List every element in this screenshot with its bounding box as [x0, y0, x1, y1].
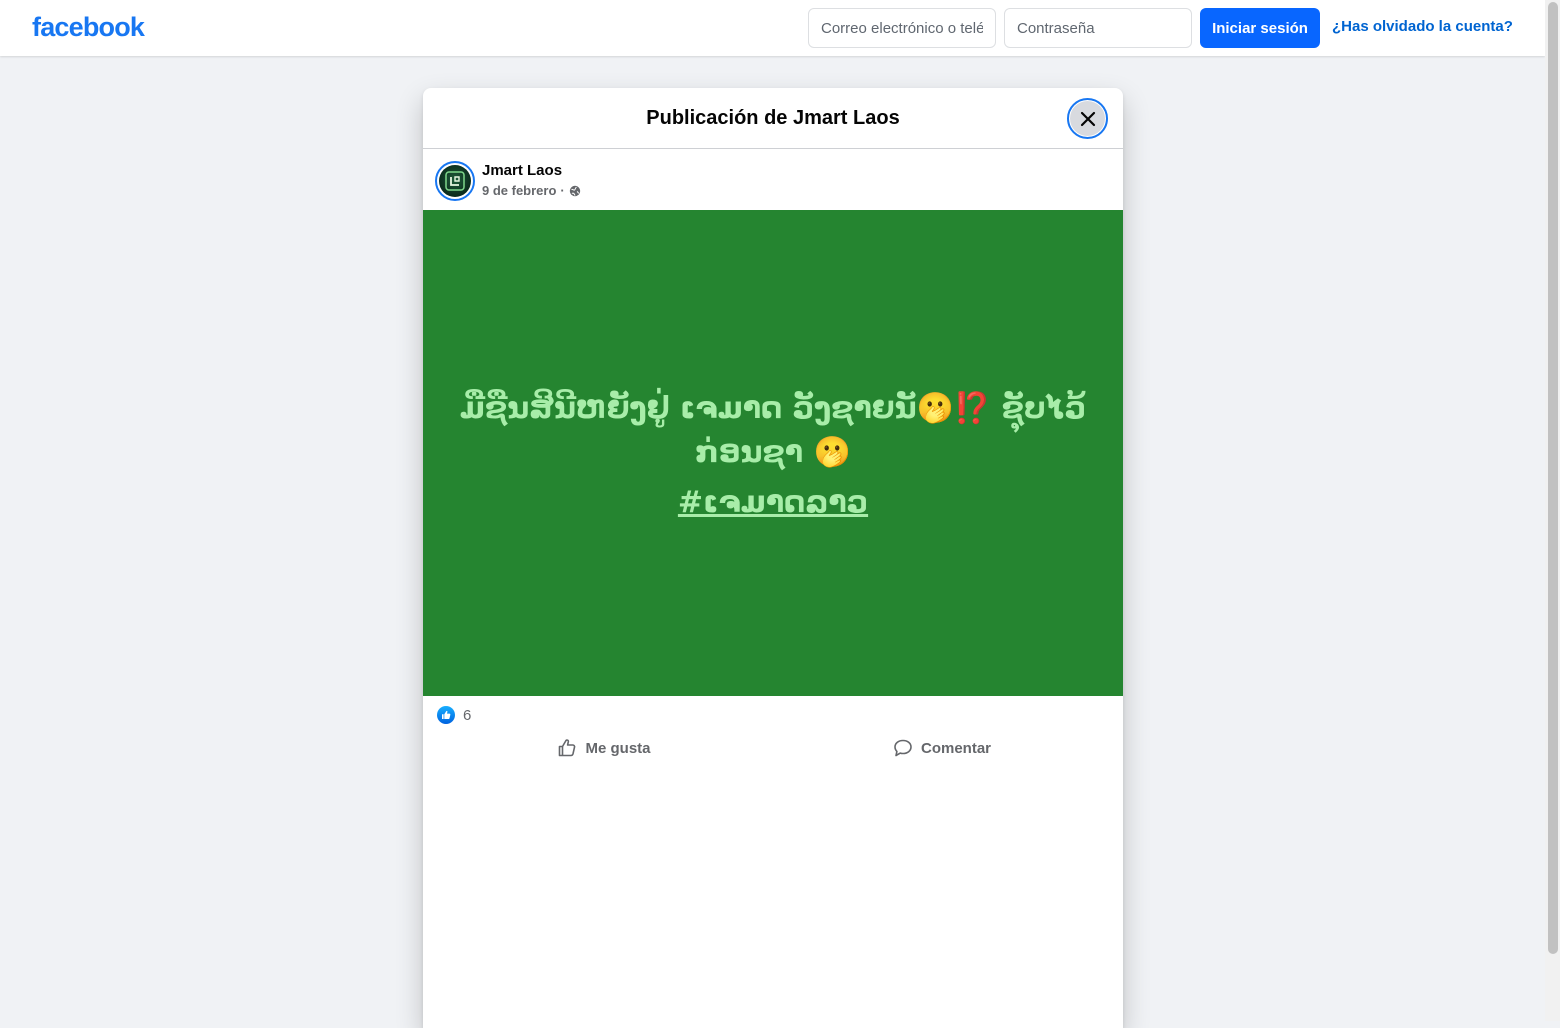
email-field[interactable] [808, 8, 996, 48]
close-icon [1080, 111, 1095, 126]
globe-icon [569, 185, 580, 196]
post-date[interactable]: 9 de febrero [482, 183, 556, 198]
forgot-account-link[interactable]: ¿Has olvidado la cuenta? [1332, 18, 1513, 35]
top-bar: facebook Iniciar sesión ¿Has olvidado la… [0, 0, 1545, 56]
comment-label: Comentar [920, 739, 991, 757]
post-actions: Me gusta Comentar [435, 730, 1111, 766]
facebook-logo[interactable]: facebook [32, 12, 145, 43]
meta-separator: · [560, 183, 565, 198]
like-reaction-icon [437, 706, 455, 724]
like-count: 6 [463, 706, 472, 724]
post-header: Jmart Laos 9 de febrero · [435, 161, 1035, 201]
post-author[interactable]: Jmart Laos [482, 162, 562, 179]
thumbs-up-icon [559, 739, 576, 757]
like-button[interactable]: Me gusta [435, 730, 773, 766]
reactions-summary[interactable]: 6 [437, 706, 471, 724]
post-dialog: Publicación de Jmart Laos Jmart Laos 9 d… [423, 88, 1123, 1028]
jmart-logo-icon [439, 165, 471, 197]
post-text: ມືຊືນສິນີຫຍັງຢູ່ ເຈມາດ ວັງຊາຍນັ🫢⁉️ ຊຸັບໄ… [459, 390, 1087, 470]
password-field[interactable] [1004, 8, 1192, 48]
close-button[interactable] [1067, 98, 1108, 139]
dialog-title: Publicación de Jmart Laos [646, 106, 900, 129]
comment-icon [894, 739, 912, 757]
scrollbar-thumb[interactable] [1548, 2, 1558, 954]
post-background[interactable]: ມືຊືນສິນີຫຍັງຢູ່ ເຈມາດ ວັງຊາຍນັ🫢⁉️ ຊຸັບໄ… [423, 210, 1123, 696]
login-button[interactable]: Iniciar sesión [1200, 8, 1320, 48]
post-meta: 9 de febrero · [482, 183, 581, 198]
dialog-header: Publicación de Jmart Laos [423, 88, 1123, 149]
avatar[interactable] [435, 161, 475, 201]
post-hashtag[interactable]: #ເຈມາດລາວ [678, 485, 868, 520]
like-label: Me gusta [585, 739, 651, 757]
comment-button[interactable]: Comentar [773, 730, 1111, 766]
